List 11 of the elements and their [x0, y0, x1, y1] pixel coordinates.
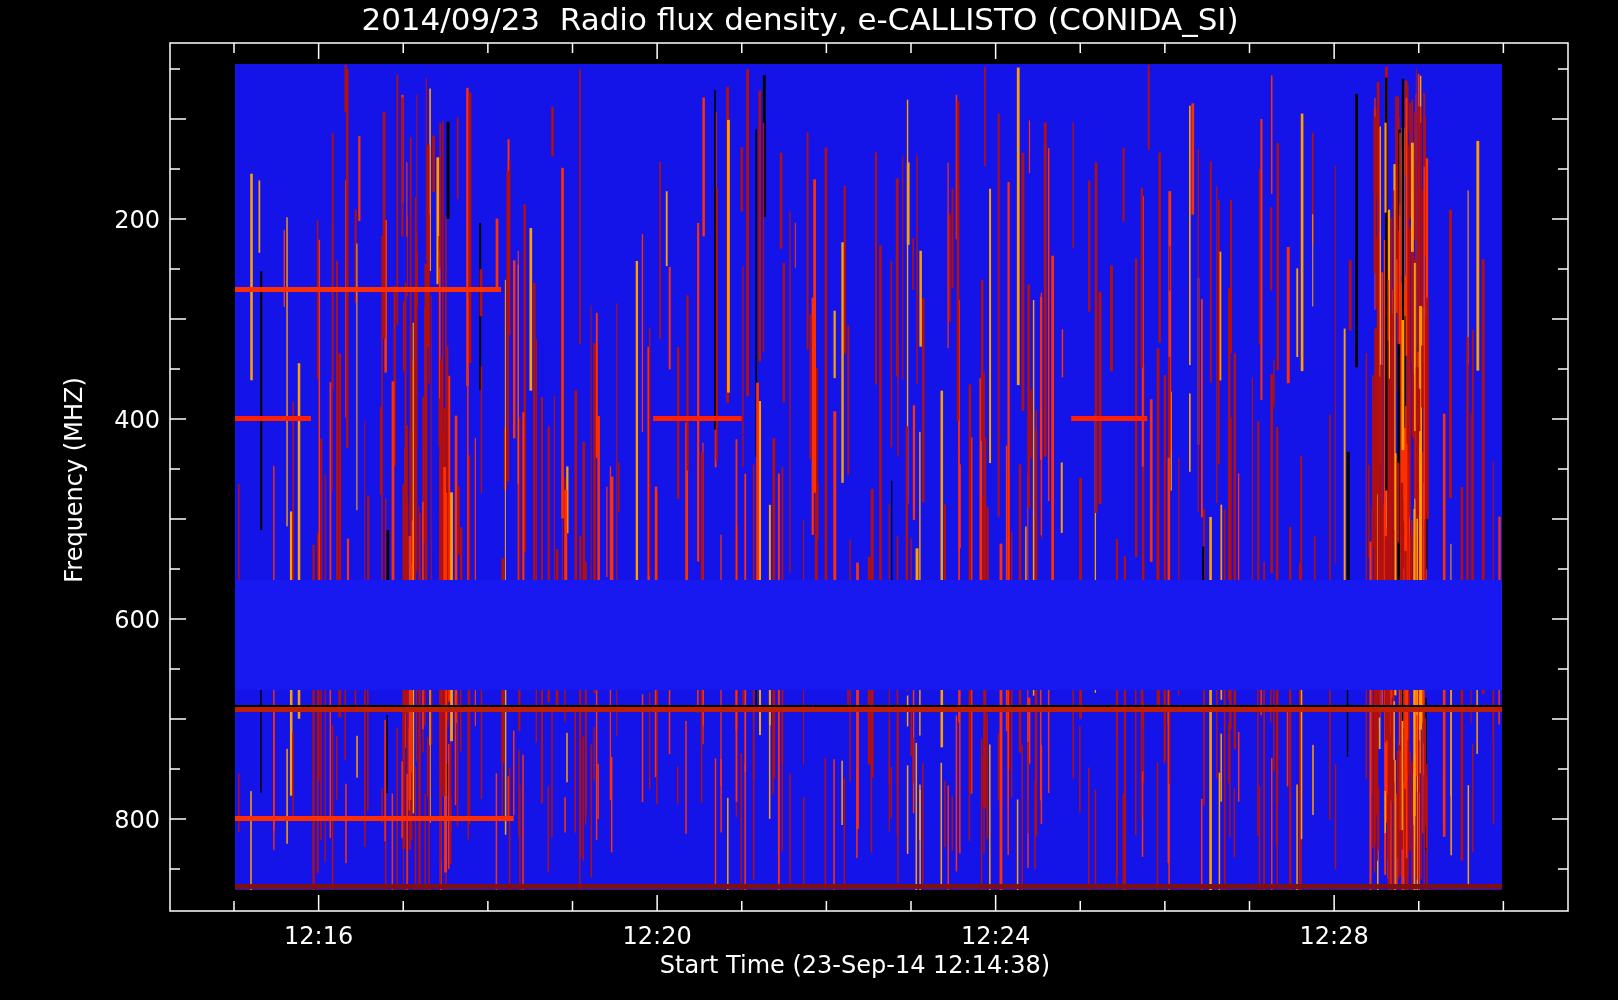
tick-label: 400	[114, 406, 160, 434]
chart-title: 2014/09/23 Radio flux density, e-CALLISTO (CONIDA_SI)	[361, 1, 1239, 37]
axis-title: Frequency (MHZ)	[60, 377, 88, 583]
tick-label: 200	[114, 206, 160, 234]
tick-label: 12:24	[961, 922, 1031, 950]
tick-label: 600	[114, 606, 160, 634]
axis-title: Start Time (23-Sep-14 12:14:38)	[659, 951, 1051, 979]
tick-label: 12:20	[622, 922, 692, 950]
tick-label: 800	[114, 806, 160, 834]
tick-label: 12:16	[284, 922, 354, 950]
tick-label: 12:28	[1299, 922, 1369, 950]
